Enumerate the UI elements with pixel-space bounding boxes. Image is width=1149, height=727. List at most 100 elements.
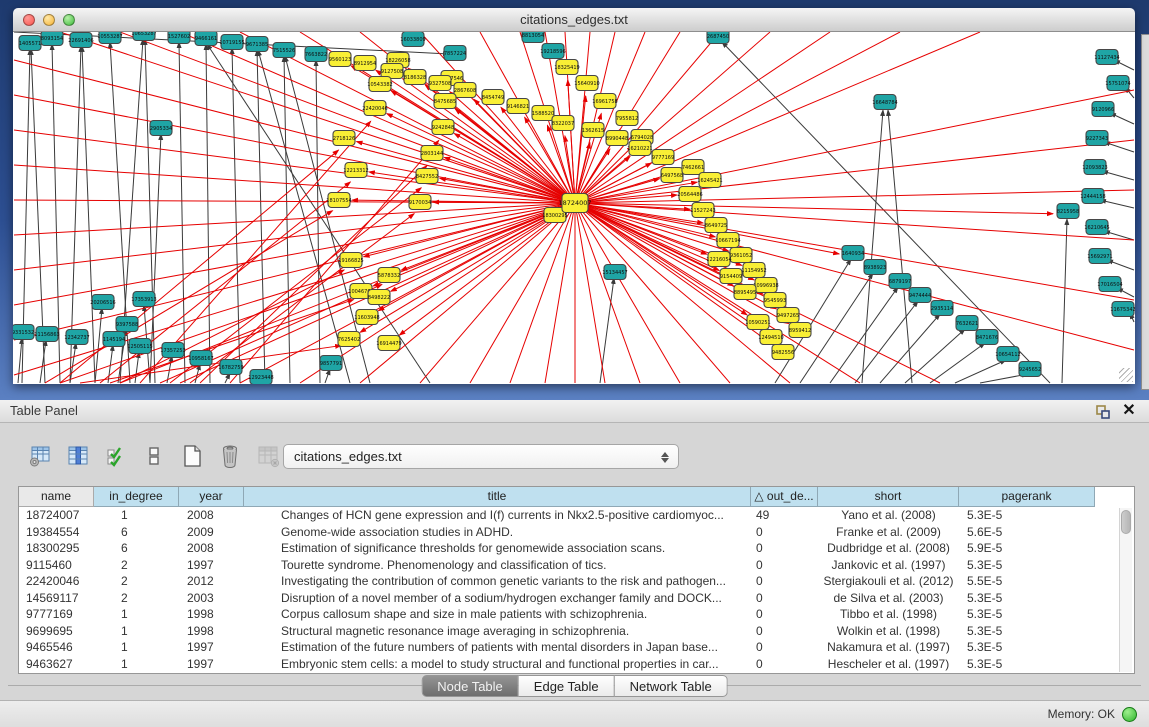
network-node[interactable]: 8498222	[368, 290, 390, 305]
network-node[interactable]: 11675342	[1110, 302, 1135, 317]
close-icon[interactable]: ✕	[1121, 402, 1137, 420]
network-node[interactable]: 12505115	[127, 339, 152, 354]
delete-table-icon[interactable]	[216, 442, 244, 470]
zoom-traffic-light-icon[interactable]	[63, 14, 75, 26]
table-row[interactable]: 969969511998Structural magnetic resonanc…	[19, 623, 1134, 640]
table-row[interactable]: 1830029562008Estimation of significance …	[19, 540, 1134, 557]
column-header-year[interactable]: year	[179, 487, 244, 507]
network-node[interactable]: 9242848	[432, 120, 454, 135]
network-node[interactable]: 11156863	[34, 327, 59, 342]
network-node[interactable]: 9545993	[764, 293, 786, 308]
network-node[interactable]: 16782759	[218, 360, 243, 375]
network-node[interactable]: 9361052	[730, 248, 752, 263]
network-node[interactable]: 8322037	[552, 116, 574, 131]
network-node[interactable]: 8471676	[976, 330, 998, 345]
network-node[interactable]: 8649725	[705, 218, 727, 233]
network-node[interactable]: 9466161	[195, 32, 217, 46]
network-node[interactable]: 10958167	[188, 351, 213, 366]
network-node[interactable]: 9474444	[909, 288, 931, 303]
network-node[interactable]: 1527602	[168, 32, 190, 44]
network-node[interactable]: 9146821	[507, 99, 529, 114]
network-node[interactable]: 8454749	[482, 90, 504, 105]
network-node[interactable]: 8990448	[606, 131, 628, 146]
network-node[interactable]: 9671385	[246, 37, 268, 52]
network-node[interactable]: 11127434	[1094, 50, 1119, 65]
network-node[interactable]: 2935114	[931, 301, 953, 316]
network-node[interactable]: 9327508	[429, 76, 451, 91]
table-settings-icon[interactable]	[26, 442, 54, 470]
network-node[interactable]: 12444158	[1080, 189, 1105, 204]
network-node[interactable]: 15751074	[1105, 76, 1130, 91]
network-node[interactable]: 16210645	[1084, 220, 1109, 235]
network-node[interactable]: 8895495	[734, 285, 756, 300]
network-node[interactable]: 10719155	[219, 35, 244, 50]
column-header-out_de[interactable]: △ out_de...	[751, 487, 818, 507]
network-node[interactable]: 11154952	[741, 263, 766, 278]
network-node[interactable]: 8959412	[789, 323, 811, 338]
network-node[interactable]: 18107554	[326, 193, 351, 208]
network-node[interactable]: 15640910	[574, 76, 599, 91]
network-node[interactable]: 1640934	[842, 246, 864, 261]
select-all-icon[interactable]	[102, 442, 130, 470]
network-node[interactable]: 9170034	[409, 195, 431, 210]
window-resize-grip[interactable]	[1119, 368, 1133, 382]
network-node[interactable]: 19218596	[540, 44, 565, 59]
network-node[interactable]: 22691406	[68, 33, 93, 48]
network-node[interactable]: 8912954	[354, 56, 376, 71]
network-node[interactable]: 12923448	[248, 370, 273, 385]
network-node[interactable]: 11603948	[354, 310, 379, 325]
table-row[interactable]: 2242004622012Investigating the contribut…	[19, 573, 1134, 590]
network-node[interactable]: 10590251	[745, 315, 770, 330]
new-table-icon[interactable]	[178, 442, 206, 470]
network-node[interactable]: 16033809	[400, 32, 425, 47]
network-node[interactable]: 2687450	[707, 32, 729, 44]
network-node[interactable]: 9857791	[320, 356, 342, 371]
minimize-traffic-light-icon[interactable]	[43, 14, 55, 26]
network-node[interactable]: 17353913	[131, 292, 156, 307]
network-node[interactable]: 6879197	[889, 274, 911, 289]
network-node[interactable]: 7663822	[305, 47, 327, 62]
network-node[interactable]: 7632621	[956, 316, 978, 331]
network-node[interactable]: 7515526	[273, 43, 295, 58]
network-node[interactable]: 9227343	[1086, 131, 1108, 146]
network-node[interactable]: 17016504	[1097, 277, 1122, 292]
tab-network-table[interactable]: Network Table	[615, 675, 728, 697]
column-header-in_degree[interactable]: in_degree	[94, 487, 179, 507]
rows-icon[interactable]	[140, 442, 168, 470]
network-node[interactable]: 5878332	[378, 268, 400, 283]
network-node[interactable]: 1362615	[582, 123, 604, 138]
table-row[interactable]: 1938455462009Genome-wide association stu…	[19, 524, 1134, 541]
network-node[interactable]: 18325419	[554, 60, 579, 75]
table-row[interactable]: 977716911998Corpus callosum shape and si…	[19, 606, 1134, 623]
table-vertical-scrollbar[interactable]	[1119, 508, 1132, 672]
network-node[interactable]: 20206516	[90, 295, 115, 310]
table-select-dropdown[interactable]: citations_edges.txt	[283, 444, 679, 469]
network-node[interactable]: 8938923	[864, 260, 886, 275]
network-node[interactable]: 10653287	[131, 32, 156, 41]
tab-node-table[interactable]: Node Table	[421, 675, 519, 697]
network-node[interactable]: 10996938	[753, 278, 778, 293]
table-row[interactable]: 1456911722003Disruption of a novel membe…	[19, 590, 1134, 607]
network-node[interactable]: 10654112	[995, 347, 1020, 362]
network-node[interactable]: 9497265	[777, 308, 799, 323]
network-node[interactable]: 10543382	[367, 77, 392, 92]
network-node[interactable]: 8186328	[404, 70, 426, 85]
network-node[interactable]: 9777169	[652, 150, 674, 165]
network-node[interactable]: 20564486	[677, 187, 702, 202]
network-node[interactable]: 19166825	[338, 253, 363, 268]
network-node[interactable]: 16961758	[592, 94, 617, 109]
network-node[interactable]: 1405571	[19, 36, 41, 51]
network-window-titlebar[interactable]: citations_edges.txt	[13, 8, 1135, 32]
table-row[interactable]: 946362711997Embryonic stem cells: a mode…	[19, 656, 1134, 673]
network-node[interactable]: 12342737	[64, 330, 89, 345]
close-traffic-light-icon[interactable]	[23, 14, 35, 26]
column-header-pagerank[interactable]: pagerank	[959, 487, 1095, 507]
tab-edge-table[interactable]: Edge Table	[519, 675, 615, 697]
network-node[interactable]: 8813054	[522, 32, 544, 43]
network-canvas[interactable]: 1405571809315422691406105532871065328715…	[13, 32, 1135, 384]
network-node[interactable]: 12213312	[343, 163, 368, 178]
network-node[interactable]: 9154409	[720, 269, 742, 284]
network-node[interactable]: 9331532	[13, 325, 34, 340]
network-node[interactable]: 22420046	[362, 101, 387, 116]
column-header-short[interactable]: short	[818, 487, 959, 507]
